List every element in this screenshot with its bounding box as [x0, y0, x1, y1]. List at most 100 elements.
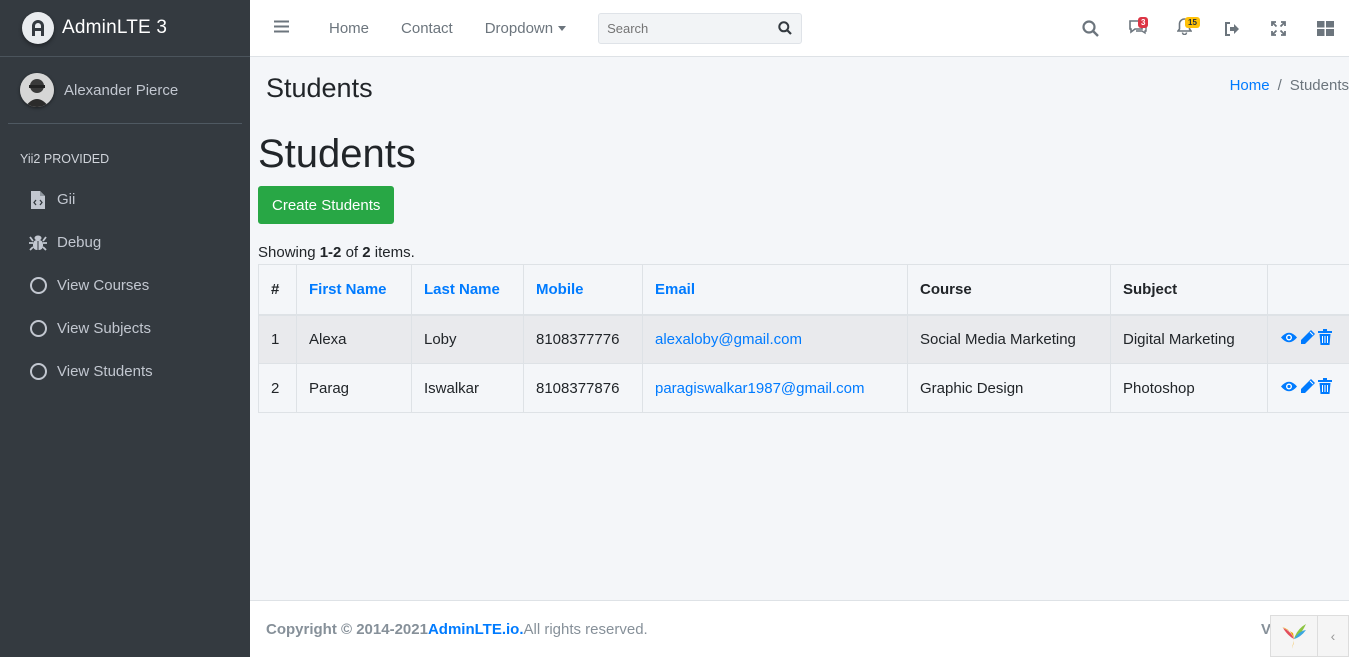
- summary-total: 2: [362, 244, 371, 261]
- create-students-button[interactable]: Create Students: [258, 186, 395, 224]
- sort-last-name[interactable]: Last Name: [424, 281, 500, 298]
- sidebar-item-view-subjects[interactable]: View Subjects: [0, 307, 250, 350]
- user-name[interactable]: Alexander Pierce: [64, 82, 178, 99]
- edit-pencil-icon[interactable]: [1300, 329, 1316, 349]
- cell-last-name: Loby: [411, 314, 524, 364]
- brand-text: AdminLTE 3: [62, 17, 168, 38]
- user-panel[interactable]: Alexander Pierce: [8, 57, 242, 124]
- column-header-course: Course: [907, 264, 1111, 316]
- sidebar-item-label: View Students: [57, 363, 153, 380]
- breadcrumb-current: Students: [1289, 77, 1349, 94]
- cell-email: paragiswalkar1987@gmail.com: [642, 363, 908, 413]
- page-heading: Students: [266, 73, 373, 103]
- cell-course: Social Media Marketing: [907, 314, 1111, 364]
- column-header-first-name: First Name: [296, 264, 412, 316]
- delete-trash-icon[interactable]: [1318, 378, 1332, 398]
- main-sidebar: AdminLTE 3 Alexander Pierce Yii2 PROVIDE…: [0, 0, 250, 657]
- summary-of: of: [341, 244, 363, 261]
- messages-button[interactable]: 3: [1114, 0, 1161, 57]
- column-header-actions: [1267, 264, 1349, 316]
- navbar-search: [598, 12, 803, 44]
- cell-subject: Digital Marketing: [1110, 314, 1268, 364]
- footer-link[interactable]: AdminLTE.io.: [428, 621, 524, 638]
- brand-link[interactable]: AdminLTE 3: [0, 0, 250, 57]
- cell-serial: 2: [258, 363, 297, 413]
- table-row: 1 Alexa Loby 8108377776 alexaloby@gmail.…: [258, 314, 1349, 364]
- yii-debug-toolbar[interactable]: ‹: [1270, 615, 1349, 657]
- column-header-email: Email: [642, 264, 908, 316]
- table-header-row: # First Name Last Name Mobile Email Cour…: [258, 264, 1349, 316]
- sidebar-item-label: Gii: [57, 191, 76, 208]
- sort-email[interactable]: Email: [655, 281, 695, 298]
- circle-icon: [29, 363, 47, 381]
- column-header-last-name: Last Name: [411, 264, 524, 316]
- breadcrumb: Home / Students: [1230, 77, 1349, 94]
- messages-badge: 3: [1138, 17, 1149, 28]
- search-icon[interactable]: [1067, 0, 1114, 57]
- sidebar-item-gii[interactable]: Gii: [0, 178, 250, 221]
- column-header-mobile: Mobile: [523, 264, 643, 316]
- cell-actions: [1267, 314, 1349, 364]
- sidebar-item-label: View Subjects: [57, 320, 151, 337]
- file-code-icon: [29, 190, 47, 209]
- grid-summary: Showing 1-2 of 2 items.: [258, 244, 1349, 261]
- chevron-left-icon[interactable]: ‹: [1317, 616, 1348, 656]
- cell-first-name: Alexa: [296, 314, 412, 364]
- cell-course: Graphic Design: [907, 363, 1111, 413]
- cell-serial: 1: [258, 314, 297, 364]
- hamburger-icon: [274, 20, 289, 37]
- cell-mobile: 8108377776: [523, 314, 643, 364]
- sidebar-item-debug[interactable]: Debug: [0, 221, 250, 264]
- footer-rights: All rights reserved.: [523, 620, 648, 638]
- bug-icon: [29, 234, 47, 252]
- cell-subject: Photoshop: [1110, 363, 1268, 413]
- nav-link-contact[interactable]: Contact: [385, 0, 469, 57]
- content-header: Students Home / Students: [258, 57, 1349, 122]
- sidebar-item-view-students[interactable]: View Students: [0, 350, 250, 393]
- cell-actions: [1267, 363, 1349, 413]
- email-link[interactable]: paragiswalkar1987@gmail.com: [655, 380, 865, 397]
- edit-pencil-icon[interactable]: [1300, 378, 1316, 398]
- column-header-subject: Subject: [1110, 264, 1268, 316]
- brand-logo-icon: [22, 12, 54, 44]
- dropdown-label: Dropdown: [484, 19, 554, 37]
- table-row: 2 Parag Iswalkar 8108377876 paragiswalka…: [258, 363, 1349, 413]
- sidebar-item-label: View Courses: [57, 277, 150, 294]
- nav-dropdown[interactable]: Dropdown: [469, 0, 582, 57]
- fullscreen-icon[interactable]: [1255, 0, 1302, 57]
- summary-range: 1-2: [319, 244, 342, 261]
- cell-mobile: 8108377876: [523, 363, 643, 413]
- menu-toggle-button[interactable]: [250, 0, 313, 57]
- top-navbar: Home Contact Dropdown 3 15: [250, 0, 1349, 57]
- search-input[interactable]: [599, 20, 770, 36]
- yii-logo-icon: [1271, 615, 1317, 657]
- sort-mobile[interactable]: Mobile: [536, 281, 584, 298]
- breadcrumb-separator: /: [1277, 77, 1282, 94]
- email-link[interactable]: alexaloby@gmail.com: [655, 331, 802, 348]
- sidebar-item-view-courses[interactable]: View Courses: [0, 264, 250, 307]
- column-header-serial: #: [258, 264, 297, 316]
- main-footer: Copyright © 2014-2021 AdminLTE.io. All r…: [250, 600, 1349, 657]
- page-title: Students: [258, 132, 416, 176]
- search-icon[interactable]: [769, 21, 801, 35]
- navbar-right: 3 15: [1067, 0, 1349, 57]
- footer-copyright: Copyright © 2014-2021: [266, 620, 428, 638]
- view-eye-icon[interactable]: [1280, 331, 1298, 348]
- cell-email: alexaloby@gmail.com: [642, 314, 908, 364]
- notifications-button[interactable]: 15: [1161, 0, 1208, 57]
- cell-first-name: Parag: [296, 363, 412, 413]
- nav-link-home[interactable]: Home: [313, 0, 385, 57]
- summary-suffix: items.: [370, 244, 415, 261]
- notifications-badge: 15: [1185, 17, 1200, 28]
- avatar: [20, 73, 54, 107]
- sort-first-name[interactable]: First Name: [309, 281, 387, 298]
- logout-icon[interactable]: [1208, 0, 1255, 57]
- view-eye-icon[interactable]: [1280, 380, 1298, 397]
- students-table: # First Name Last Name Mobile Email Cour…: [258, 264, 1349, 413]
- content-wrapper: Students Home / Students Students Create…: [258, 57, 1349, 413]
- breadcrumb-home[interactable]: Home: [1230, 77, 1270, 94]
- delete-trash-icon[interactable]: [1318, 329, 1332, 349]
- circle-icon: [29, 277, 47, 295]
- control-sidebar-icon[interactable]: [1302, 0, 1349, 57]
- caret-down-icon: [558, 25, 567, 31]
